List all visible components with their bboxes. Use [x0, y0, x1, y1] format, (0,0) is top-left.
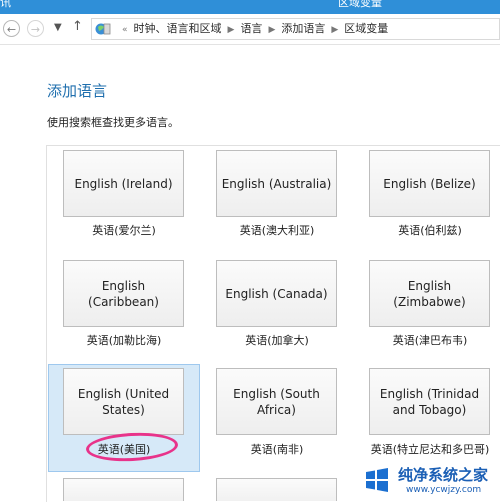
title-bar: 讯 区域变量 [0, 0, 500, 14]
language-caption: 英语(爱尔兰) [92, 224, 156, 237]
chevron-down-icon[interactable]: ▼ [54, 22, 62, 33]
language-caption: 英语(津巴布韦) [392, 334, 468, 347]
language-card[interactable]: English (Zimbabwe) [369, 260, 490, 327]
watermark-url: www.ycwjzy.com [406, 485, 482, 495]
language-tile[interactable]: English (Ireland) 英语(爱尔兰) [48, 146, 200, 252]
address-bar[interactable]: « 时钟、语言和区域 ▶ 语言 ▶ 添加语言 ▶ 区域变量 [91, 18, 500, 40]
language-tile[interactable]: English (Caribbean) 英语(加勒比海) [48, 256, 200, 362]
window-title: 区域变量 [338, 0, 382, 9]
breadcrumb-item[interactable]: 区域变量 [344, 22, 388, 35]
breadcrumb-item[interactable]: 添加语言 [281, 22, 325, 35]
control-panel-icon [95, 23, 111, 35]
language-caption: 英语(加拿大) [245, 334, 309, 347]
language-caption: 英语(南非) [250, 443, 304, 456]
forward-arrow-icon[interactable]: → [27, 20, 44, 37]
language-tile[interactable]: English (Trinidad and Tobago) 英语(特立尼达和多巴… [354, 364, 500, 470]
language-card-partial[interactable] [216, 478, 337, 501]
language-tile[interactable]: English (Belize) 英语(伯利兹) [354, 146, 500, 252]
windows-logo-icon [366, 468, 388, 492]
breadcrumb-item[interactable]: 语言 [240, 22, 262, 35]
breadcrumb: « 时钟、语言和区域 ▶ 语言 ▶ 添加语言 ▶ 区域变量 [116, 19, 388, 39]
language-caption: 英语(澳大利亚) [239, 224, 315, 237]
watermark: 纯净系统之家 www.ycwjzy.com [356, 461, 500, 501]
language-tile[interactable]: English (South Africa) 英语(南非) [201, 364, 353, 470]
back-arrow-icon[interactable]: ← [3, 20, 20, 37]
breadcrumb-separator-icon[interactable]: ▶ [268, 25, 275, 35]
language-caption: 英语(加勒比海) [86, 334, 162, 347]
language-caption: 英语(特立尼达和多巴哥) [370, 443, 490, 456]
page-title: 添加语言 [47, 82, 108, 100]
breadcrumb-separator-icon[interactable]: ▶ [331, 25, 338, 35]
watermark-title: 纯净系统之家 [398, 466, 489, 484]
language-card-partial[interactable] [63, 478, 184, 501]
language-tile[interactable]: English (Canada) 英语(加拿大) [201, 256, 353, 362]
language-card[interactable]: English (Canada) [216, 260, 337, 327]
language-card[interactable]: English (Caribbean) [63, 260, 184, 327]
language-card[interactable]: English (South Africa) [216, 368, 337, 435]
language-caption: 英语(伯利兹) [398, 224, 462, 237]
language-card[interactable]: English (Trinidad and Tobago) [369, 368, 490, 435]
breadcrumb-item[interactable]: 时钟、语言和区域 [134, 22, 222, 35]
breadcrumb-separator-icon[interactable]: ▶ [228, 25, 235, 35]
language-card[interactable]: English (Australia) [216, 150, 337, 217]
language-tile[interactable]: English (Zimbabwe) 英语(津巴布韦) [354, 256, 500, 362]
title-left-fragment: 讯 [0, 0, 11, 9]
page-subtext: 使用搜索框查找更多语言。 [47, 116, 179, 129]
language-tile[interactable]: English (Australia) 英语(澳大利亚) [201, 146, 353, 252]
language-card[interactable]: English (Belize) [369, 150, 490, 217]
up-arrow-icon[interactable]: ↑ [72, 19, 83, 34]
language-card[interactable]: English (Ireland) [63, 150, 184, 217]
navigation-bar: ← → ▼ ↑ « 时钟、语言和区域 ▶ 语言 ▶ 添加语言 ▶ 区域变量 [0, 14, 500, 45]
overflow-chevron-icon[interactable]: « [122, 25, 128, 35]
language-card[interactable]: English (United States) [63, 368, 184, 435]
